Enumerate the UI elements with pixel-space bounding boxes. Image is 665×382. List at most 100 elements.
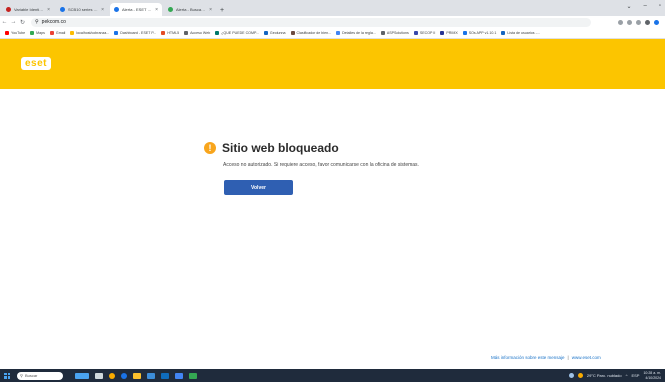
browser-tab-active[interactable]: Alerta - ESET Endpoint Security ×: [110, 3, 162, 16]
bookmark-item[interactable]: ¿QUE PUEDE COMP...: [215, 31, 259, 35]
tab-close-icon[interactable]: ×: [155, 7, 158, 13]
bookmark-star-icon[interactable]: [636, 19, 641, 25]
bookmark-item[interactable]: Detalles de la regla...: [336, 31, 376, 35]
bookmark-item[interactable]: localhost/cobranza...: [70, 31, 109, 35]
youtube-icon: [5, 31, 9, 35]
browser-tab[interactable]: Alerta - Buscar con Google ×: [164, 3, 216, 16]
site-icon: [215, 31, 220, 35]
bookmark-item[interactable]: YouTube: [5, 31, 25, 35]
bookmark-item[interactable]: Maps: [30, 31, 45, 35]
warning-icon: !: [204, 142, 216, 154]
tab-search-icon[interactable]: ⌄: [626, 3, 631, 10]
search-placeholder: Buscar: [24, 373, 38, 378]
browser-tab[interactable]: Variable Identicación Manut - In ×: [2, 3, 54, 16]
clock-date: 4/10/2024: [645, 375, 661, 380]
reload-icon[interactable]: ↻: [18, 19, 27, 26]
app-icon[interactable]: [189, 372, 197, 379]
back-button[interactable]: Volver: [224, 180, 293, 195]
bookmark-item[interactable]: Dashboard - ESET P...: [114, 31, 156, 35]
bookmark-item[interactable]: Clasificador de bien...: [290, 31, 331, 35]
site-icon: [501, 31, 506, 35]
bookmark-item[interactable]: Acceso Web: [184, 31, 210, 35]
taskbar-app-icon[interactable]: [75, 372, 89, 379]
windows-taskbar: ⚲ Buscar 29°C Parc. nublado ^ ESP 10:28 …: [0, 369, 665, 382]
eset-icon: [114, 31, 119, 35]
site-icon: [290, 31, 295, 35]
back-arrow-icon[interactable]: ←: [0, 19, 9, 25]
minimize-icon[interactable]: –: [644, 3, 647, 10]
more-info-link[interactable]: Más información sobre este mensaje: [491, 355, 565, 360]
taskbar-search[interactable]: ⚲ Buscar: [17, 371, 63, 380]
folder-icon: [70, 31, 75, 35]
forward-arrow-icon[interactable]: →: [9, 19, 18, 25]
block-page-content: ! Sitio web bloqueado Acceso no autoriza…: [0, 89, 665, 369]
bookmarks-bar: YouTube Maps Gmail localhost/cobranza...…: [0, 28, 665, 39]
sidepanel-icon[interactable]: [645, 19, 650, 25]
tab-close-icon[interactable]: ×: [47, 7, 50, 13]
tab-title: Alerta - ESET Endpoint Security: [122, 7, 153, 12]
tab-close-icon[interactable]: ×: [101, 7, 104, 13]
outlook-icon[interactable]: [161, 372, 169, 379]
tab-close-icon[interactable]: ×: [209, 7, 212, 13]
clock[interactable]: 10:28 a. m. 4/10/2024: [643, 371, 661, 380]
address-url: pekcom.co: [41, 19, 66, 25]
bookmark-item[interactable]: ASPSolutions: [380, 31, 409, 35]
eset-logo: eset: [21, 57, 52, 70]
new-tab-icon[interactable]: +: [220, 7, 224, 14]
search-icon: ⚲: [20, 373, 23, 378]
bookmark-item[interactable]: PRIMX: [440, 31, 458, 35]
language-indicator[interactable]: ESP: [631, 373, 639, 378]
app-icon[interactable]: [175, 372, 183, 379]
google-icon: [336, 31, 341, 35]
start-button[interactable]: [0, 372, 14, 379]
footer-links: Más información sobre este mensaje | www.e…: [491, 355, 601, 360]
chrome-icon[interactable]: [109, 372, 115, 379]
browser-tab[interactable]: SCB10 series Full Driver & Softw ×: [56, 3, 108, 16]
network-icon[interactable]: [568, 373, 574, 378]
bookmark-item[interactable]: Lista de usuarios -...: [501, 31, 540, 35]
site-icon: [440, 31, 445, 35]
globe-icon: [184, 31, 189, 35]
alert-message: Acceso no autorizado. Si requiere acceso…: [223, 162, 419, 168]
browser-toolbar: ← → ↻ ⚲ pekcom.co: [0, 16, 665, 28]
profile-avatar-icon[interactable]: [654, 19, 659, 25]
clock-time: 10:28 a. m.: [643, 371, 661, 375]
browser-tab-strip: Variable Identicación Manut - In × SCB10…: [0, 0, 665, 16]
eset-header: eset: [0, 39, 665, 89]
site-icon: [462, 31, 467, 35]
tab-favicon-icon: [60, 7, 65, 12]
tab-title: SCB10 series Full Driver & Softw: [68, 7, 99, 12]
google-lens-icon[interactable]: [618, 19, 623, 25]
site-icon: [413, 31, 418, 35]
task-view-icon[interactable]: [95, 372, 103, 379]
chevron-up-icon[interactable]: ^: [626, 373, 628, 378]
footer-separator: |: [567, 355, 569, 360]
bookmark-item[interactable]: SOs APP v1.10.1: [462, 31, 496, 35]
tab-title: Alerta - Buscar con Google: [176, 7, 206, 12]
system-tray: 29°C Parc. nublado ^ ESP 10:28 a. m. 4/1…: [568, 371, 661, 380]
edge-icon[interactable]: [121, 372, 127, 379]
gmail-icon: [49, 31, 54, 35]
file-explorer-icon[interactable]: [133, 372, 141, 379]
toolbar-extensions: [618, 19, 659, 25]
windows-logo-icon: [4, 372, 10, 379]
weather-text[interactable]: 29°C Parc. nublado: [587, 373, 622, 378]
address-bar[interactable]: ⚲ pekcom.co: [31, 17, 591, 27]
bookmark-item[interactable]: HTML5: [161, 31, 179, 35]
tab-title: Variable Identicación Manut - In: [14, 7, 44, 12]
html5-icon: [161, 31, 166, 35]
eset-site-link[interactable]: www.eset.com: [572, 355, 601, 360]
globe-icon: [380, 31, 385, 35]
tab-favicon-icon: [6, 7, 11, 12]
alert-title: Sitio web bloqueado: [222, 141, 339, 155]
share-icon[interactable]: [627, 19, 632, 25]
site-info-icon[interactable]: ⚲: [35, 19, 39, 25]
weather-icon[interactable]: [577, 373, 583, 378]
bookmark-item[interactable]: Geolunna: [263, 31, 286, 35]
bookmark-item[interactable]: Gmail: [49, 31, 65, 35]
tab-favicon-icon: [168, 7, 173, 12]
bookmark-item[interactable]: SECOP II: [413, 31, 435, 35]
maps-icon: [30, 31, 35, 35]
maximize-icon[interactable]: ▫: [659, 3, 661, 10]
store-icon[interactable]: [147, 372, 155, 379]
